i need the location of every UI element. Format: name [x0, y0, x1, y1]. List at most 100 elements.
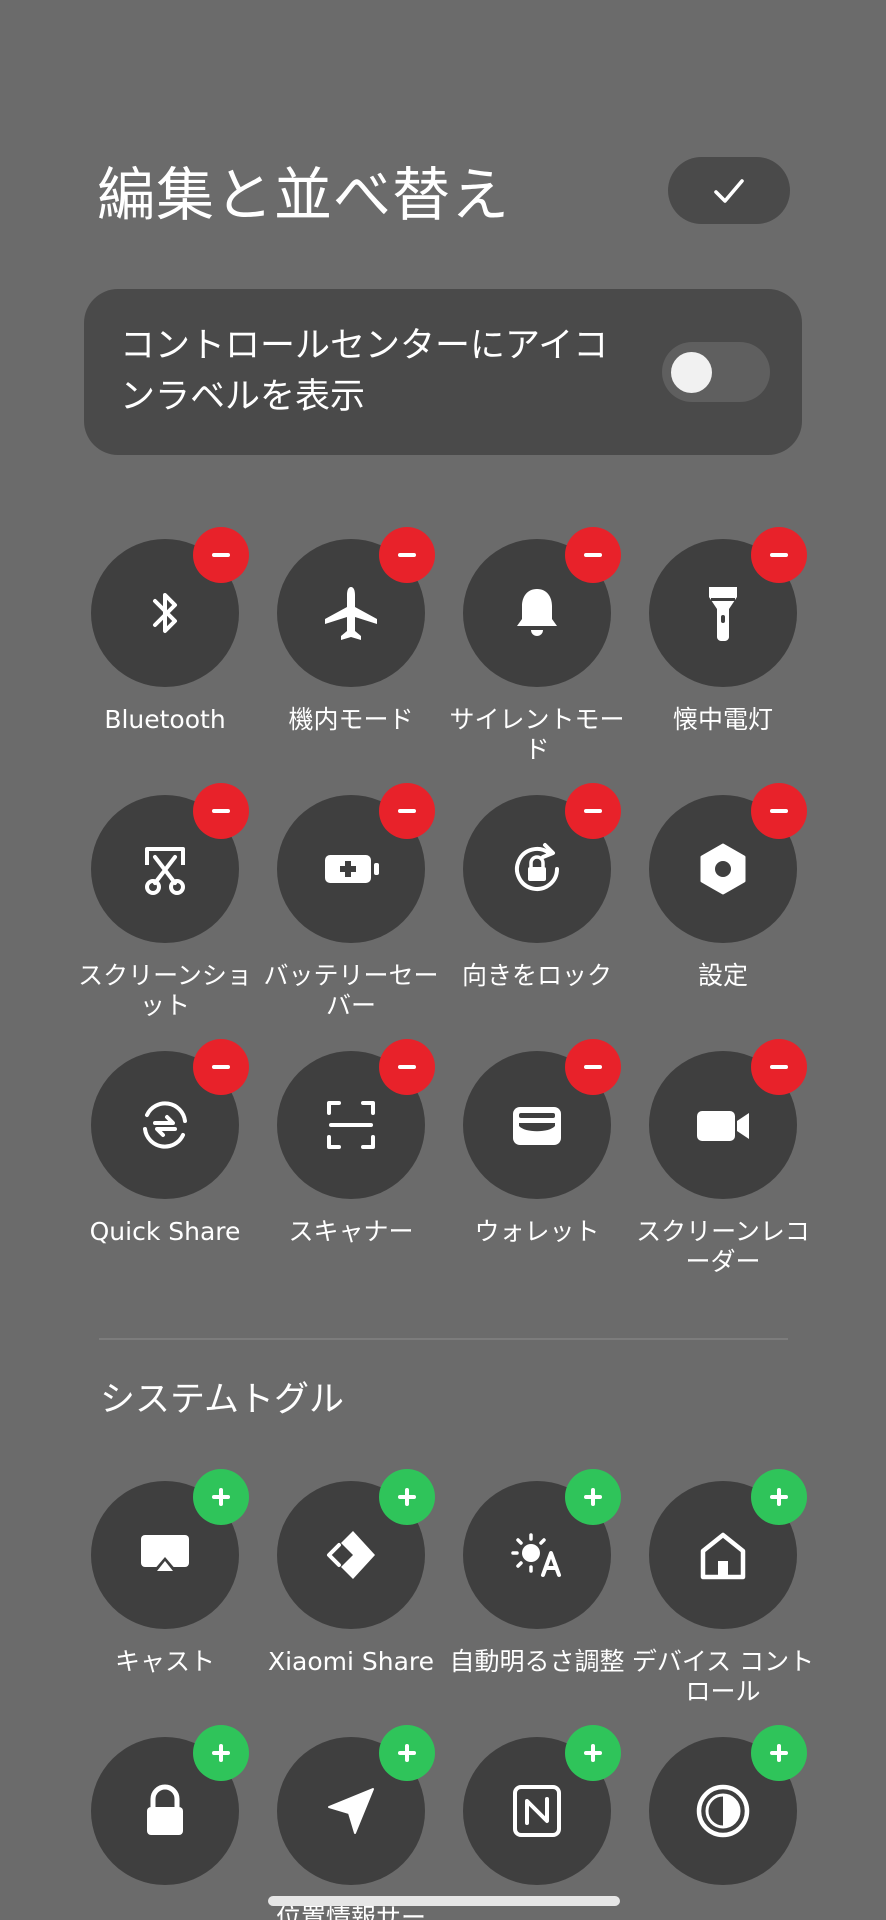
done-button[interactable] [668, 157, 790, 224]
minus-icon [212, 809, 230, 813]
airplane-icon [325, 587, 377, 640]
tile-auto-brightness[interactable]: 自動明るさ調整 [444, 1469, 630, 1711]
tile-bluetooth[interactable]: Bluetooth [72, 527, 258, 769]
tile-silent-mode[interactable]: サイレントモード [444, 527, 630, 769]
section-divider [99, 1338, 788, 1340]
remove-badge[interactable] [751, 1039, 807, 1095]
tile-scanner[interactable]: スキャナー [258, 1039, 444, 1281]
nfc-icon [513, 1785, 561, 1837]
checkmark-icon [714, 178, 744, 203]
wallet-icon [513, 1107, 561, 1145]
add-badge[interactable] [193, 1725, 249, 1781]
remove-badge[interactable] [565, 527, 621, 583]
toggle-knob [671, 352, 712, 393]
remove-badge[interactable] [379, 527, 435, 583]
tile-label: Quick Share [89, 1217, 241, 1246]
tile-screenshot[interactable]: スクリーンショット [72, 783, 258, 1025]
scanner-icon [327, 1101, 375, 1149]
remove-badge[interactable] [565, 1039, 621, 1095]
minus-icon [584, 809, 602, 813]
add-badge[interactable] [193, 1469, 249, 1525]
add-badge[interactable] [751, 1469, 807, 1525]
remove-badge[interactable] [751, 783, 807, 839]
icon-label-setting-card[interactable]: コントロールセンターにアイコンラベルを表示 [84, 289, 802, 455]
tile-label: Bluetooth [104, 705, 226, 734]
add-badge[interactable] [379, 1725, 435, 1781]
minus-icon [398, 1065, 416, 1069]
bell-icon [517, 589, 557, 636]
tile-wallet[interactable]: ウォレット [444, 1039, 630, 1281]
remove-badge[interactable] [751, 527, 807, 583]
minus-icon [770, 809, 788, 813]
remove-badge[interactable] [193, 783, 249, 839]
tile-rotation-lock[interactable]: 向きをロック [444, 783, 630, 1025]
auto-brightness-icon [511, 1533, 561, 1577]
tile-xiaomi-share[interactable]: Xiaomi Share [258, 1469, 444, 1711]
location-arrow-icon [328, 1788, 374, 1834]
settings-hex-icon [700, 843, 746, 895]
tile-label: 向きをロック [461, 961, 612, 990]
tile-label: 自動明るさ調整 [449, 1647, 625, 1676]
tile-label: 設定 [697, 961, 748, 990]
remove-badge[interactable] [565, 783, 621, 839]
minus-icon [770, 1065, 788, 1069]
tile-label: 機内モード [288, 705, 414, 734]
add-badge[interactable] [565, 1469, 621, 1525]
tile-airplane-mode[interactable]: 機内モード [258, 527, 444, 769]
tile-label: バッテリーセーバー [263, 961, 439, 1020]
remove-badge[interactable] [379, 783, 435, 839]
video-camera-icon [697, 1111, 749, 1141]
plus-icon [212, 1488, 230, 1506]
minus-icon [584, 1065, 602, 1069]
tile-cast[interactable]: キャスト [72, 1469, 258, 1711]
tile-label: サイレントモード [449, 705, 625, 764]
minus-icon [770, 553, 788, 557]
flashlight-icon [709, 587, 737, 641]
tile-settings[interactable]: 設定 [630, 783, 816, 1025]
lock-icon [147, 1784, 183, 1835]
icon-label-toggle[interactable] [662, 342, 770, 402]
add-badge[interactable] [379, 1469, 435, 1525]
tile-flashlight[interactable]: 懐中電灯 [630, 527, 816, 769]
plus-icon [770, 1488, 788, 1506]
add-badge[interactable] [751, 1725, 807, 1781]
quick-share-icon [143, 1101, 187, 1149]
minus-icon [398, 809, 416, 813]
minus-icon [212, 1065, 230, 1069]
remove-badge[interactable] [193, 1039, 249, 1095]
home-icon [700, 1532, 746, 1580]
tile-label: スキャナー [288, 1217, 414, 1246]
tile-lock[interactable] [72, 1725, 258, 1920]
plus-icon [770, 1744, 788, 1762]
plus-icon [398, 1488, 416, 1506]
plus-icon [584, 1744, 602, 1762]
tile-location[interactable]: 位置情報サー [258, 1725, 444, 1920]
tile-nfc[interactable] [444, 1725, 630, 1920]
minus-icon [212, 553, 230, 557]
tile-quick-share[interactable]: Quick Share [72, 1039, 258, 1281]
page-title: 編集と並べ替え [97, 161, 511, 229]
tile-battery-saver[interactable]: バッテリーセーバー [258, 783, 444, 1025]
tile-label: デバイス コントロール [631, 1647, 815, 1706]
tile-screen-recorder[interactable]: スクリーンレコーダー [630, 1039, 816, 1281]
dark-mode-icon [696, 1784, 750, 1838]
tile-label: ウォレット [474, 1217, 600, 1246]
home-indicator[interactable] [268, 1896, 620, 1906]
tile-label: スクリーンショット [78, 961, 252, 1020]
rotation-lock-icon [515, 843, 559, 891]
tile-device-controls[interactable]: デバイス コントロール [630, 1469, 816, 1711]
tile-label: スクリーンレコーダー [636, 1217, 810, 1276]
remove-badge[interactable] [193, 527, 249, 583]
add-badge[interactable] [565, 1725, 621, 1781]
minus-icon [398, 553, 416, 557]
plus-icon [398, 1744, 416, 1762]
bluetooth-icon [153, 593, 177, 633]
minus-icon [584, 553, 602, 557]
tile-label: Xiaomi Share [267, 1647, 435, 1676]
icon-label-setting-text: コントロールセンターにアイコンラベルを表示 [120, 326, 609, 417]
edit-controls-screen: 編集と並べ替え コントロールセンターにアイコンラベルを表示 Bluetooth [0, 0, 886, 1920]
battery-plus-icon [325, 855, 379, 883]
tile-dark-mode[interactable] [630, 1725, 816, 1920]
screenshot-scissors-icon [145, 847, 185, 895]
remove-badge[interactable] [379, 1039, 435, 1095]
